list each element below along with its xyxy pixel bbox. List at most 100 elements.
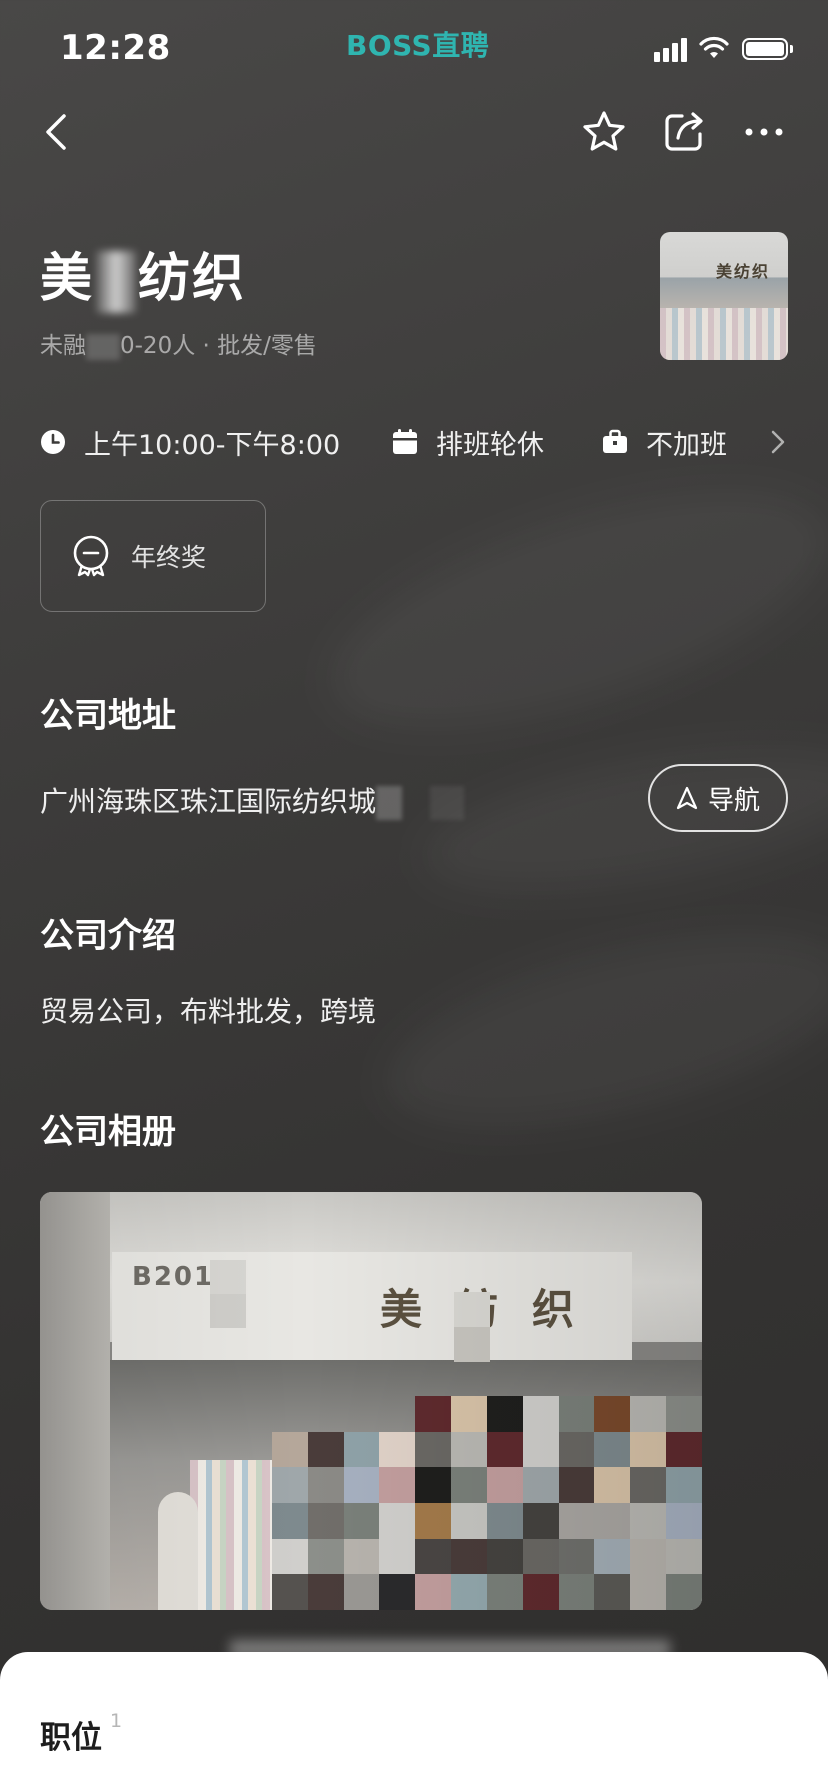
battery-icon [742, 38, 793, 60]
mosaic-tile [666, 1574, 702, 1610]
mosaic-tile [594, 1431, 631, 1468]
mosaic-tile [307, 1503, 344, 1539]
cellular-signal-icon [654, 36, 688, 62]
mosaic-tile [272, 1467, 308, 1503]
photo-pillar [40, 1192, 110, 1610]
mosaic-tile [308, 1396, 344, 1432]
mosaic-tile [666, 1467, 702, 1503]
mosaic-tile [343, 1574, 380, 1610]
redaction-mosaic [210, 1260, 246, 1328]
intro-text: 贸易公司，布料批发，跨境 [40, 995, 377, 1028]
mosaic-tile [379, 1503, 416, 1539]
mosaic-tile [630, 1467, 667, 1503]
mosaic-tile [594, 1467, 631, 1503]
album-photo[interactable]: B201 美纺织 [40, 1192, 702, 1610]
mosaic-tile [415, 1396, 452, 1432]
company-name-part: 纺织 [138, 249, 247, 309]
mosaic-tile [594, 1396, 631, 1432]
mosaic-tile [343, 1467, 380, 1503]
welfare-row[interactable]: 上午10:00-下午8:00 排班轮休 不加班 [40, 418, 788, 466]
mosaic-tile [415, 1574, 452, 1610]
mosaic-tile [558, 1574, 595, 1610]
mosaic-tile [343, 1431, 380, 1468]
company-meta-part: 0-20人 · 批发/零售 [120, 333, 317, 359]
mosaic-tile [451, 1396, 487, 1432]
mosaic-tile [343, 1503, 380, 1539]
mosaic-tile [415, 1503, 452, 1539]
background-streak [367, 894, 828, 1166]
mosaic-tile [558, 1431, 595, 1468]
chevron-right-icon[interactable] [768, 428, 788, 456]
company-meta: 未融 0-20人 · 批发/零售 [40, 326, 317, 360]
mosaic-tile [594, 1538, 631, 1575]
mosaic-tile [272, 1574, 308, 1610]
photo-sign-text: 美纺织 [380, 1285, 609, 1334]
mosaic-tile [307, 1431, 344, 1468]
favorite-star-icon[interactable] [580, 108, 628, 156]
redacted-text [86, 333, 120, 360]
year-end-bonus-tag[interactable]: 年终奖 [40, 500, 266, 612]
mosaic-tile [558, 1538, 595, 1575]
mosaic-tile [486, 1431, 523, 1468]
mosaic-tile [451, 1503, 487, 1539]
redaction-mosaic [272, 1396, 702, 1610]
photo-sign-code: B201 [132, 1262, 215, 1292]
bonus-label: 年终奖 [131, 543, 207, 572]
back-chevron-icon[interactable] [34, 108, 82, 156]
mosaic-tile [451, 1431, 487, 1468]
company-name-part: 美 [40, 249, 95, 309]
status-bar: 12:28 BOSS直聘 [0, 0, 828, 96]
overtime-item: 不加班 [602, 418, 727, 466]
wifi-icon [699, 36, 729, 58]
overtime-label: 不加班 [646, 429, 727, 461]
mosaic-tile [558, 1396, 595, 1432]
positions-tab-title[interactable]: 职位 [40, 1712, 102, 1757]
mosaic-tile [630, 1574, 667, 1610]
mosaic-tile [272, 1431, 308, 1468]
brand-label: BOSS直聘 [346, 29, 490, 62]
mosaic-tile [486, 1538, 523, 1575]
logo-sign-text: 美纺织 [716, 262, 771, 281]
redaction-mosaic [454, 1292, 490, 1362]
mosaic-tile [451, 1467, 487, 1503]
mosaic-tile [307, 1538, 344, 1575]
background-streak [304, 444, 828, 776]
mosaic-tile [666, 1396, 702, 1432]
mosaic-tile [522, 1396, 559, 1432]
clock-icon [41, 430, 65, 454]
navigation-arrow-icon [676, 786, 698, 810]
mosaic-tile [594, 1503, 631, 1539]
address-section-title: 公司地址 [40, 696, 176, 736]
navigate-button[interactable]: 导航 [648, 764, 788, 832]
briefcase-icon [603, 429, 627, 453]
status-time: 12:28 [60, 28, 171, 68]
mosaic-tile [630, 1538, 667, 1575]
mosaic-tile [522, 1431, 559, 1468]
mosaic-tile [486, 1467, 523, 1503]
company-logo-image[interactable]: 美纺织 [660, 232, 788, 360]
mosaic-tile [451, 1574, 487, 1610]
mosaic-tile [522, 1503, 559, 1539]
mosaic-tile [630, 1503, 667, 1539]
work-hours-label: 上午10:00-下午8:00 [84, 429, 341, 461]
positions-bottom-sheet[interactable]: 职位 1 [0, 1652, 828, 1792]
mosaic-tile [594, 1574, 631, 1610]
company-name: 美纺织 [40, 236, 246, 313]
bonus-badge-icon [73, 535, 109, 577]
address-text: 广州海珠区珠江国际纺织城 [40, 785, 377, 818]
share-icon[interactable] [660, 106, 708, 156]
mosaic-tile [379, 1396, 415, 1432]
schedule-label: 排班轮休 [436, 429, 544, 461]
mosaic-tile [415, 1538, 452, 1575]
mosaic-tile [558, 1467, 595, 1503]
mosaic-tile [522, 1538, 559, 1575]
address-line: 广州海珠区珠江国际纺织城 [40, 780, 465, 820]
mosaic-tile [666, 1503, 702, 1539]
mosaic-tile [486, 1396, 523, 1432]
mosaic-tile [343, 1538, 380, 1575]
mosaic-tile [379, 1538, 416, 1575]
positions-count: 1 [110, 1710, 123, 1732]
more-dots-icon[interactable] [740, 108, 788, 156]
company-meta-part: 未融 [40, 333, 86, 359]
schedule-item: 排班轮休 [392, 418, 544, 466]
